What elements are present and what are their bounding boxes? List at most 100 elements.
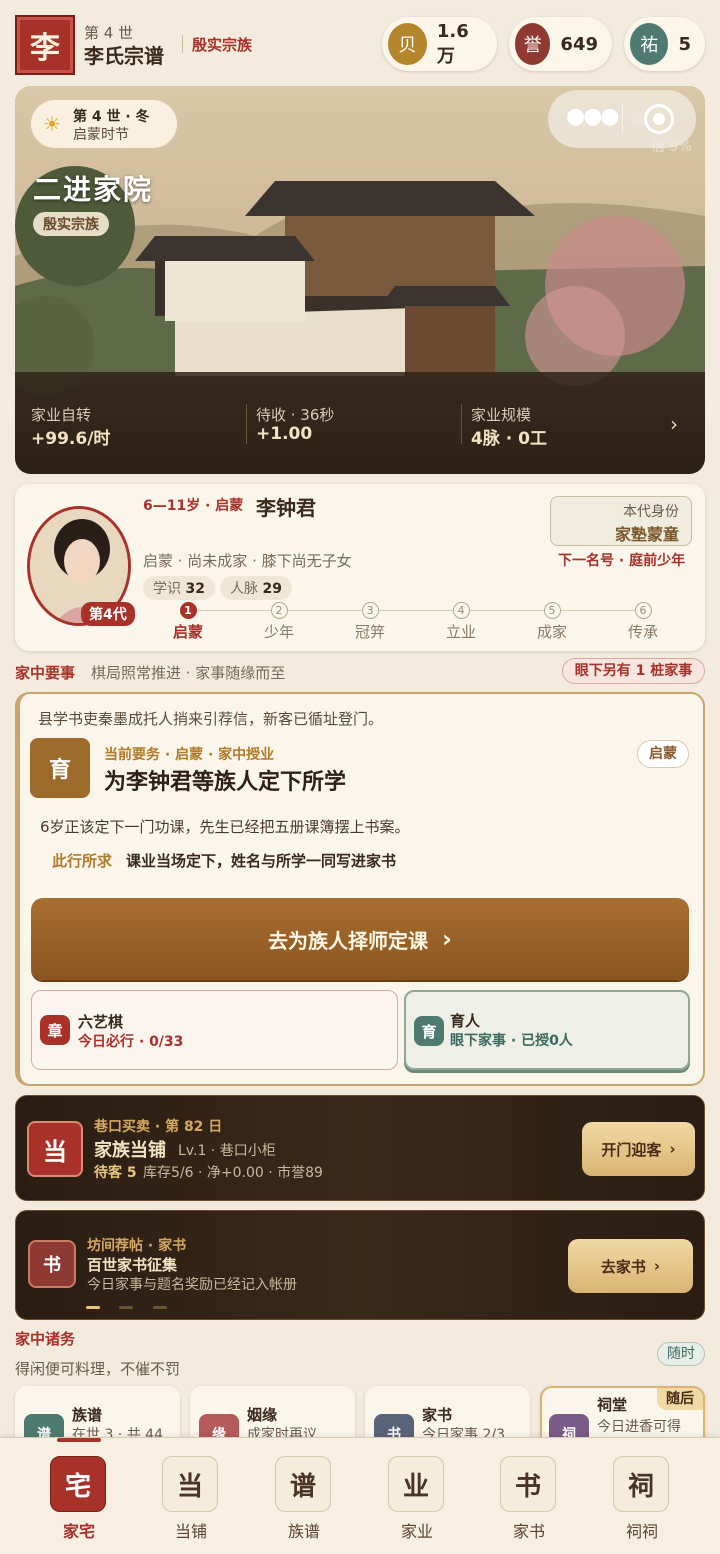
connections-stat: 人脉 29 xyxy=(220,576,292,600)
letter-banner[interactable]: 书 坊间荐帖 · 家书 百世家书征集 今日家事与题名奖励已经记入帐册 去家书 › xyxy=(15,1210,705,1320)
open-shop-button[interactable]: 开门迎客 › xyxy=(582,1122,695,1176)
choose-curriculum-button[interactable]: 去为族人择师定课 › xyxy=(31,898,689,980)
shop-customers: 待客 5 xyxy=(94,1165,137,1181)
go-letter-label: 去家书 xyxy=(600,1257,646,1276)
chore-title: 族谱 xyxy=(72,1406,103,1424)
chore-detail: 今日进香可得 xyxy=(597,1419,681,1435)
blessing-resource[interactable]: 祐5 xyxy=(624,17,705,71)
carousel-dot-active[interactable] xyxy=(86,1306,100,1309)
task-stage-tag: 启蒙 xyxy=(637,740,689,768)
estate-rank-badge: 殷实宗族 xyxy=(33,212,109,236)
pending-affairs-badge[interactable]: 眼下另有 1 桩家事 xyxy=(562,658,705,684)
stat-label: 待收 · 36秒 xyxy=(256,406,335,424)
chevron-right-icon: › xyxy=(653,1257,661,1275)
education-card[interactable]: 育 育人 眼下家事 · 已授0人 xyxy=(404,990,690,1070)
season-badge: ☀ 第 4 世 · 冬 启蒙时节 xyxy=(31,100,177,148)
tab-label: 家业 xyxy=(400,1522,433,1541)
letter-meta: 坊间荐帖 · 家书 xyxy=(87,1238,187,1254)
pawnshop-card[interactable]: 当 巷口买卖 · 第 82 日 家族当铺 Lv.1 · 巷口小柜 待客 5 库存… xyxy=(15,1095,705,1201)
coin-icon: 贝 xyxy=(388,23,427,65)
life-stage-steps: 1 启蒙 2 少年 3 冠笄 4 立业 5 成家 6 传承 xyxy=(158,602,698,642)
phase-label: 启蒙时节 xyxy=(73,127,129,143)
tab-label: 家宅 xyxy=(62,1522,95,1541)
identity-value: 家塾蒙童 xyxy=(614,525,679,544)
chores-subtitle: 得闲便可料理，不催不罚 xyxy=(15,1360,181,1378)
season-label: 第 4 世 · 冬 xyxy=(73,109,150,125)
chore-later-tag: 随后 xyxy=(657,1388,703,1410)
heir-age-stage: 6—11岁 · 启蒙 xyxy=(143,498,244,514)
life-stage-step: 5 成家 xyxy=(536,602,567,641)
tab-letters[interactable]: 书家书 xyxy=(500,1456,558,1542)
clan-name: 李氏宗谱 xyxy=(84,44,164,68)
clan-rank: 殷实宗族 xyxy=(192,36,253,54)
coin-value: 1.6万 xyxy=(436,20,469,67)
carousel-dot[interactable] xyxy=(153,1306,167,1309)
go-letter-button[interactable]: 去家书 › xyxy=(568,1239,693,1293)
six-arts-chess-card[interactable]: 章 六艺棋 今日必行 · 0/33 xyxy=(31,990,398,1070)
life-stage-step: 3 冠笄 xyxy=(354,602,385,641)
active-tab-indicator xyxy=(57,1438,101,1442)
estate-tab-icon: 宅 xyxy=(50,1456,106,1512)
affairs-title: 家中要事 xyxy=(15,664,76,682)
chevron-right-icon[interactable]: › xyxy=(670,412,678,436)
heir-description: 启蒙 · 尚未成家 · 膝下尚无子女 xyxy=(143,552,352,570)
blessing-value: 5 xyxy=(678,33,691,55)
tab-label: 祠祠 xyxy=(625,1522,658,1541)
chess-icon: 章 xyxy=(40,1015,70,1045)
life-stage-step: 1 启蒙 xyxy=(172,602,203,641)
chess-detail: 今日必行 · 0/33 xyxy=(78,1034,184,1050)
tab-label: 当铺 xyxy=(174,1522,207,1541)
knowledge-stat: 学识 32 xyxy=(143,576,215,600)
mini-program-capsule[interactable]: ●●● xyxy=(548,90,696,148)
stat-value: +1.00 xyxy=(256,424,313,444)
open-shop-label: 开门迎客 xyxy=(601,1140,662,1159)
sun-icon: ☀ xyxy=(43,112,61,136)
task-meta: 当前要务 · 启蒙 · 家中授业 xyxy=(104,747,275,763)
task-title: 为李钟君等族人定下所学 xyxy=(104,770,347,795)
chevron-right-icon: › xyxy=(442,925,452,953)
education-title: 育人 xyxy=(450,1012,481,1030)
reputation-icon: 誉 xyxy=(515,23,551,65)
carousel-dot[interactable] xyxy=(119,1306,133,1309)
affairs-subtitle: 棋局照常推进 · 家事随缘而至 xyxy=(91,664,286,682)
coin-resource[interactable]: 贝 1.6万 xyxy=(382,17,497,71)
life-stage-step: 4 立业 xyxy=(445,602,476,641)
tab-genealogy[interactable]: 谱族谱 xyxy=(275,1456,333,1542)
letters-tab-icon: 书 xyxy=(500,1456,556,1512)
genealogy-tab-icon: 谱 xyxy=(275,1456,331,1512)
shrine-tab-icon: 祠 xyxy=(613,1456,669,1512)
task-card: 县学书吏秦墨成托人捎来引荐信，新客已循址登门。 育 当前要务 · 启蒙 · 家中… xyxy=(15,692,705,1086)
task-icon: 育 xyxy=(30,738,90,798)
life-stage-step: 2 少年 xyxy=(263,602,294,641)
connections-label: 人脉 xyxy=(230,581,258,597)
reputation-resource[interactable]: 誉 649 xyxy=(509,17,612,71)
tab-pawnshop[interactable]: 当当铺 xyxy=(162,1456,220,1542)
chore-title: 姻缘 xyxy=(247,1406,278,1424)
tab-shrine[interactable]: 祠祠祠 xyxy=(613,1456,671,1542)
heir-card[interactable]: 第4代 6—11岁 · 启蒙 李钟君 本代身份 家塾蒙童 启蒙 · 尚未成家 ·… xyxy=(15,484,705,651)
education-icon: 育 xyxy=(414,1016,444,1046)
letter-title: 百世家书征集 xyxy=(87,1256,178,1274)
heir-name: 李钟君 xyxy=(256,496,316,520)
generation-badge: 第4代 xyxy=(81,602,135,626)
task-goal-label: 此行所求 xyxy=(52,852,113,870)
more-icon[interactable]: ●●● xyxy=(566,104,620,129)
tab-business[interactable]: 业家业 xyxy=(388,1456,446,1542)
chore-title: 祠堂 xyxy=(597,1396,628,1414)
knowledge-label: 学识 xyxy=(153,581,181,597)
chevron-right-icon: › xyxy=(669,1140,676,1158)
chores-anytime-tag: 随时 xyxy=(657,1342,705,1366)
task-note: 县学书吏秦墨成托人捎来引荐信，新客已循址登门。 xyxy=(38,710,384,728)
identity-box: 本代身份 家塾蒙童 xyxy=(550,496,692,546)
knowledge-value: 32 xyxy=(185,581,205,597)
close-circle-icon[interactable] xyxy=(644,104,674,134)
shop-meta: 巷口买卖 · 第 82 日 xyxy=(94,1119,223,1135)
bottom-nav: 宅家宅 当当铺 谱族谱 业家业 书家书 祠祠祠 xyxy=(0,1437,720,1554)
shop-stats: 库存5/6 · 净+0.00 · 市誉89 xyxy=(143,1165,323,1181)
tab-estate[interactable]: 宅家宅 xyxy=(50,1456,108,1542)
estate-title: 二进家院 xyxy=(33,173,154,206)
life-stage-step: 6 传承 xyxy=(627,602,658,641)
reputation-value: 649 xyxy=(560,33,598,55)
chore-title: 家书 xyxy=(422,1406,453,1424)
estate-hero: ☀ 第 4 世 · 冬 启蒙时节 二进家院 殷实宗族 族 信 9% ●●● 家业… xyxy=(15,86,705,474)
